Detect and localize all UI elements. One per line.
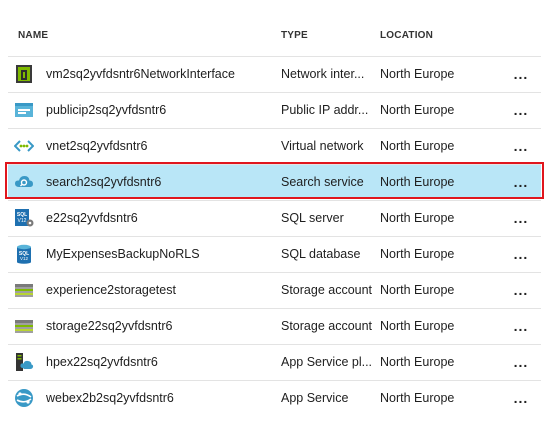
resource-row[interactable]: experience2storagetest Storage account N… (8, 272, 541, 307)
resource-row[interactable]: vm2sq2yvfdsntr6NetworkInterface Network … (8, 56, 541, 91)
resource-name[interactable]: e22sq2yvfdsntr6 (46, 211, 138, 225)
svg-text:V12: V12 (18, 218, 27, 224)
search-service-icon (14, 172, 34, 192)
resource-type: Search service (281, 175, 364, 189)
app-service-plan-icon (14, 352, 34, 372)
resource-name[interactable]: search2sq2yvfdsntr6 (46, 175, 161, 189)
resource-row[interactable]: storage22sq2yvfdsntr6 Storage account No… (8, 308, 541, 343)
resource-type: SQL database (281, 247, 361, 261)
more-options-button[interactable]: ... (510, 315, 532, 337)
resource-location: North Europe (380, 67, 455, 81)
resource-type: Network inter... (281, 67, 365, 81)
storage-account-icon (14, 280, 34, 300)
resource-name[interactable]: hpex22sq2yvfdsntr6 (46, 355, 158, 369)
column-header: NAME TYPE LOCATION (0, 0, 557, 56)
resource-location: North Europe (380, 139, 455, 153)
resource-type: Storage account (281, 283, 373, 297)
resource-row-selected[interactable]: search2sq2yvfdsntr6 Search service North… (8, 164, 541, 199)
sql-database-icon: SQL V12 (14, 244, 34, 264)
resource-location: North Europe (380, 175, 455, 189)
more-options-button[interactable]: ... (510, 387, 532, 409)
more-options-button[interactable]: ... (510, 351, 532, 373)
resource-name[interactable]: vnet2sq2yvfdsntr6 (46, 139, 147, 153)
resource-type: App Service (281, 391, 349, 405)
resource-location: North Europe (380, 391, 455, 405)
public-ip-icon (14, 100, 34, 120)
resource-location: North Europe (380, 355, 455, 369)
resource-type: SQL server (281, 211, 344, 225)
resource-type: App Service pl... (281, 355, 373, 369)
resource-name[interactable]: vm2sq2yvfdsntr6NetworkInterface (46, 67, 235, 81)
resource-type: Storage account (281, 319, 373, 333)
resource-location: North Europe (380, 247, 455, 261)
more-options-button[interactable]: ... (510, 279, 532, 301)
resource-row[interactable]: SQL V12 e22sq2yvfdsntr6 SQL server North … (8, 200, 541, 235)
resource-name[interactable]: MyExpensesBackupNoRLS (46, 247, 200, 261)
resource-name[interactable]: experience2storagetest (46, 283, 176, 297)
resource-name[interactable]: storage22sq2yvfdsntr6 (46, 319, 172, 333)
resource-row[interactable]: SQL V12 MyExpensesBackupNoRLS SQL databas… (8, 236, 541, 271)
sql-server-icon: SQL V12 (14, 208, 34, 228)
resource-row[interactable]: vnet2sq2yvfdsntr6 Virtual network North … (8, 128, 541, 163)
resource-name[interactable]: webex2b2sq2yvfdsntr6 (46, 391, 174, 405)
more-options-button[interactable]: ... (510, 99, 532, 121)
resource-row[interactable]: publicip2sq2yvfdsntr6 Public IP addr... … (8, 92, 541, 127)
more-options-button[interactable]: ... (510, 63, 532, 85)
column-header-type[interactable]: TYPE (281, 30, 308, 41)
app-service-icon (14, 388, 34, 408)
more-options-button[interactable]: ... (510, 171, 532, 193)
resource-row[interactable]: webex2b2sq2yvfdsntr6 App Service North E… (8, 380, 541, 415)
resource-location: North Europe (380, 283, 455, 297)
column-header-location[interactable]: LOCATION (380, 30, 433, 41)
resource-type: Virtual network (281, 139, 364, 153)
network-interface-icon (14, 64, 34, 84)
resource-location: North Europe (380, 211, 455, 225)
resource-location: North Europe (380, 319, 455, 333)
storage-account-icon (14, 316, 34, 336)
resource-name[interactable]: publicip2sq2yvfdsntr6 (46, 103, 166, 117)
resource-location: North Europe (380, 103, 455, 117)
more-options-button[interactable]: ... (510, 135, 532, 157)
more-options-button[interactable]: ... (510, 207, 532, 229)
resource-row[interactable]: hpex22sq2yvfdsntr6 App Service pl... Nor… (8, 344, 541, 379)
column-header-name[interactable]: NAME (18, 30, 48, 41)
resource-type: Public IP addr... (281, 103, 369, 117)
svg-text:V12: V12 (20, 256, 29, 261)
more-options-button[interactable]: ... (510, 243, 532, 265)
virtual-network-icon (13, 136, 35, 156)
